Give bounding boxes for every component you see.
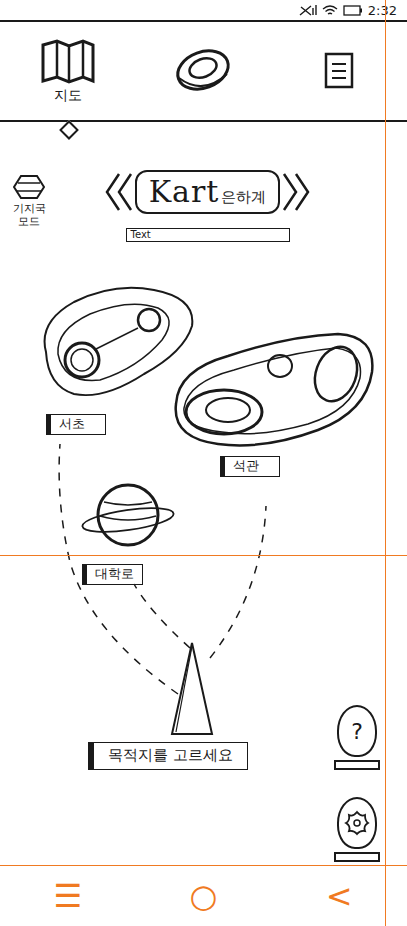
status-bar: 2:32 <box>0 0 407 22</box>
pedestal <box>334 852 380 862</box>
side-buttons: ? <box>331 690 383 862</box>
wifi-icon <box>322 4 338 16</box>
nav-button[interactable]: ☰ <box>0 876 136 916</box>
ringed-planet-icon <box>80 480 176 550</box>
game-screen: 2:32 지도기지국 모드 Kart은하계 Text 서초석관대학로목적지를 고르세요?… <box>0 0 407 926</box>
pedestal <box>334 760 380 770</box>
asteroid-planet-icon <box>168 326 380 454</box>
subtitle-bar: Text <box>126 228 290 242</box>
selected-indicator <box>59 120 79 140</box>
mode-label: 기지국 모드 <box>8 202 50 228</box>
settings-bubble <box>337 797 377 849</box>
left-chevron-icon <box>103 170 133 214</box>
help-bubble-icon: ? <box>337 705 377 757</box>
coin-icon <box>173 44 233 98</box>
title-section: 기지국 모드 Kart은하계 Text <box>0 122 407 262</box>
help-button[interactable]: ? <box>331 690 383 770</box>
guide-line <box>0 555 407 556</box>
base-station-mode-button[interactable]: 기지국 모드 <box>6 170 52 228</box>
rocket-icon <box>168 640 216 738</box>
rocket <box>168 640 216 742</box>
game-logo: Kart <box>149 174 220 210</box>
destination-planet[interactable]: 석관 <box>168 326 380 477</box>
settings-button[interactable] <box>331 782 383 862</box>
flower-icon <box>343 809 371 837</box>
document-icon <box>322 52 356 90</box>
destination-planet[interactable]: 대학로 <box>80 480 176 585</box>
signal-icon <box>299 4 317 16</box>
hexagon-icon <box>12 174 46 200</box>
navigation-bar: ☰○< <box>0 865 407 926</box>
status-time: 2:32 <box>368 3 397 18</box>
title-box: Kart은하계 <box>135 170 281 214</box>
destination-label: 서초 <box>46 414 106 435</box>
right-chevron-icon <box>282 170 312 214</box>
title-banner-area: Kart은하계 Text <box>56 170 399 242</box>
destination-label: 석관 <box>220 456 280 477</box>
galaxy-map: 서초석관대학로목적지를 고르세요? <box>0 262 407 865</box>
nav-button[interactable]: < <box>271 876 407 916</box>
tab-label: 지도 <box>54 87 82 104</box>
destination-prompt: 목적지를 고르세요 <box>88 742 248 770</box>
coin-tab[interactable] <box>136 40 272 102</box>
document-tab[interactable] <box>271 48 407 94</box>
guide-line <box>385 0 386 926</box>
game-title-suffix: 은하계 <box>221 188 266 207</box>
destination-label: 대학로 <box>82 564 143 585</box>
nav-button[interactable]: ○ <box>136 876 272 916</box>
title-banner: Kart은하계 <box>103 170 313 214</box>
map-icon <box>39 39 97 85</box>
battery-icon <box>343 5 363 16</box>
map-tab[interactable]: 지도 <box>0 35 136 108</box>
top-tab-bar: 지도 <box>0 22 407 122</box>
